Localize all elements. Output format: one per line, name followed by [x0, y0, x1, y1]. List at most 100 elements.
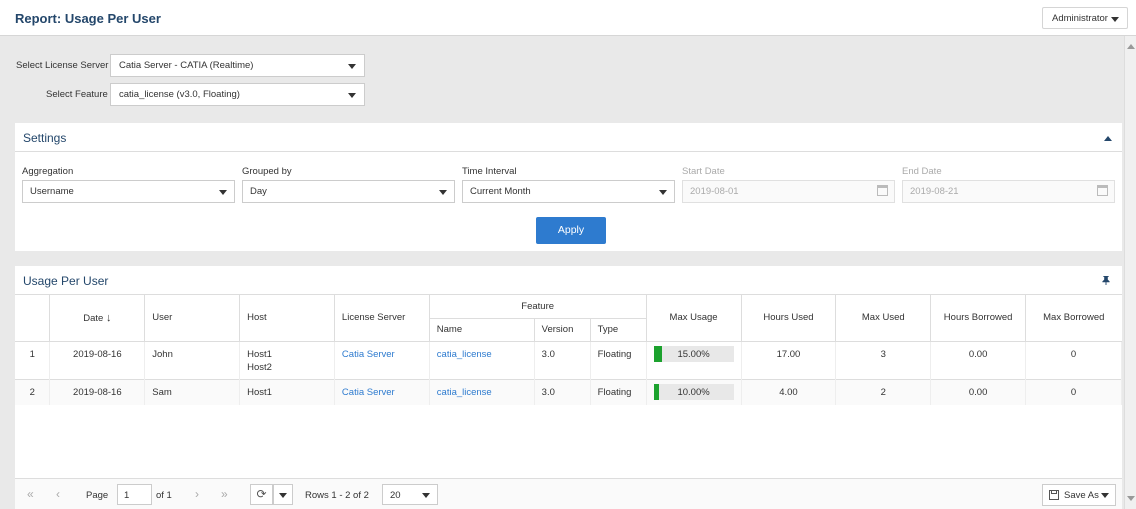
max-used-value-cell: 3: [835, 341, 932, 379]
version-value: 3.0: [541, 348, 555, 360]
settings-panel: Settings Aggregation Username Grouped by…: [15, 123, 1122, 251]
start-date-label: Start Date: [682, 166, 725, 177]
chevron-down-icon: [439, 190, 447, 195]
top-bar: Report: Usage Per User Administrator: [0, 0, 1136, 36]
page-size-value: 20: [390, 490, 401, 501]
max-borrowed-value-cell: 0: [1025, 379, 1122, 405]
page-input-value: 1: [124, 490, 130, 501]
max-used-header[interactable]: Max Used: [835, 295, 932, 342]
date-value: 2019-08-16: [73, 348, 122, 360]
license-server-select[interactable]: Catia Server - CATIA (Realtime): [110, 54, 365, 77]
name-header[interactable]: Name: [428, 318, 535, 342]
page-label: Page: [86, 490, 109, 501]
scroll-up-icon[interactable]: [1127, 44, 1135, 49]
hours-borrowed-header[interactable]: Hours Borrowed: [930, 295, 1027, 342]
calendar-icon: [1097, 185, 1108, 196]
save-as-label: Save As: [1064, 490, 1099, 501]
feature-header: Feature: [428, 295, 647, 319]
row-number-header: [15, 295, 51, 342]
page-size-select[interactable]: 20: [382, 484, 438, 505]
grouped-by-value: Day: [250, 186, 267, 197]
version-value: 3.0: [541, 386, 555, 398]
user-menu-button[interactable]: Administrator: [1042, 7, 1128, 29]
type-value: Floating: [597, 386, 632, 398]
start-date-value: 2019-08-01: [690, 186, 739, 197]
save-icon: [1049, 490, 1059, 500]
table-row[interactable]: 2 2019-08-16 Sam Host1 Catia Server catia_lic…: [15, 379, 1122, 405]
save-as-button[interactable]: Save As: [1042, 484, 1116, 506]
rows-info: Rows 1 - 2 of 2: [305, 490, 369, 501]
host-value-2: Host2: [247, 361, 272, 373]
time-interval-select[interactable]: Current Month: [462, 180, 675, 203]
prev-page-icon[interactable]: ‹: [56, 487, 60, 501]
last-page-icon[interactable]: »: [221, 487, 228, 501]
version-header[interactable]: Version: [533, 318, 591, 342]
host-value-cell: Host1 Host2: [239, 341, 335, 379]
usage-panel: Usage Per User Date ↓ User Host License …: [15, 266, 1122, 478]
refresh-icon: ⟳: [256, 487, 267, 501]
host-header[interactable]: Host: [239, 295, 335, 342]
user-value-cell: Sam: [144, 379, 241, 405]
pin-icon[interactable]: [1102, 276, 1110, 285]
feature-select[interactable]: catia_license (v3.0, Floating): [110, 83, 365, 106]
hours-used-value: 4.00: [779, 386, 798, 398]
page-scrollbar[interactable]: [1124, 36, 1136, 509]
user-header[interactable]: User: [144, 295, 241, 342]
sort-down-icon[interactable]: ↓: [106, 312, 112, 324]
table-row[interactable]: 1 2019-08-16 John Host1 Host2 Catia Server cat…: [15, 341, 1122, 379]
license-server-link-cell: Catia Server: [334, 341, 430, 379]
license-server-link[interactable]: Catia Server: [342, 387, 395, 398]
feature-label: Select Feature: [46, 89, 108, 100]
collapse-icon[interactable]: [1104, 136, 1112, 141]
end-date-label: End Date: [902, 166, 942, 177]
feature-name-link[interactable]: catia_license: [437, 349, 492, 360]
feature-name-link-cell: catia_license: [429, 379, 535, 405]
row-number-cell: 2: [15, 379, 51, 405]
row-number-cell: 1: [15, 341, 51, 379]
refresh-button[interactable]: ⟳: [250, 484, 273, 505]
grouped-by-label: Grouped by: [242, 166, 292, 177]
start-date-input[interactable]: 2019-08-01: [682, 180, 895, 203]
first-page-icon[interactable]: «: [27, 487, 34, 501]
page-input[interactable]: 1: [117, 484, 152, 505]
max-used-value-cell: 2: [835, 379, 932, 405]
user-value: John: [152, 348, 173, 360]
refresh-menu-button[interactable]: [273, 484, 293, 505]
user-value-cell: John: [144, 341, 241, 379]
apply-button[interactable]: Apply: [536, 217, 606, 244]
max-borrowed-header[interactable]: Max Borrowed: [1025, 295, 1122, 342]
aggregation-select[interactable]: Username: [22, 180, 235, 203]
pagination-bar: « ‹ Page 1 of 1 › » ⟳ Rows 1 - 2 of 2 20…: [15, 478, 1122, 509]
license-server-header[interactable]: License Server: [333, 295, 430, 342]
end-date-input[interactable]: 2019-08-21: [902, 180, 1115, 203]
date-value: 2019-08-16: [73, 386, 122, 398]
grouped-by-select[interactable]: Day: [242, 180, 455, 203]
scroll-down-icon[interactable]: [1127, 496, 1135, 501]
hours-used-value-cell: 4.00: [741, 379, 837, 405]
hours-used-header[interactable]: Hours Used: [740, 295, 837, 342]
max-usage-header[interactable]: Max Usage: [645, 295, 742, 342]
hours-borrowed-value: 0.00: [968, 386, 988, 398]
chevron-down-icon: [422, 493, 430, 498]
license-server-link[interactable]: Catia Server: [342, 349, 395, 360]
feature-value: catia_license (v3.0, Floating): [119, 89, 240, 100]
next-page-icon[interactable]: ›: [195, 487, 199, 501]
type-header[interactable]: Type: [589, 318, 647, 342]
date-header[interactable]: Date ↓: [49, 295, 146, 342]
chevron-down-icon: [348, 93, 356, 98]
settings-header[interactable]: Settings: [15, 123, 1122, 152]
row-number: 1: [29, 348, 35, 360]
usage-header: Usage Per User: [15, 266, 1122, 295]
license-server-value: Catia Server - CATIA (Realtime): [119, 60, 254, 71]
user-value: Sam: [152, 386, 172, 398]
feature-name-link[interactable]: catia_license: [437, 387, 492, 398]
calendar-icon: [877, 185, 888, 196]
date-header-label: Date: [83, 312, 104, 324]
type-value: Floating: [597, 348, 632, 360]
type-value-cell: Floating: [590, 341, 647, 379]
license-server-label: Select License Server: [16, 60, 109, 71]
chevron-down-icon: [1111, 17, 1119, 22]
max-usage-cell: 10.00%: [646, 379, 742, 405]
hours-used-value-cell: 17.00: [741, 341, 837, 379]
license-server-link-cell: Catia Server: [334, 379, 430, 405]
